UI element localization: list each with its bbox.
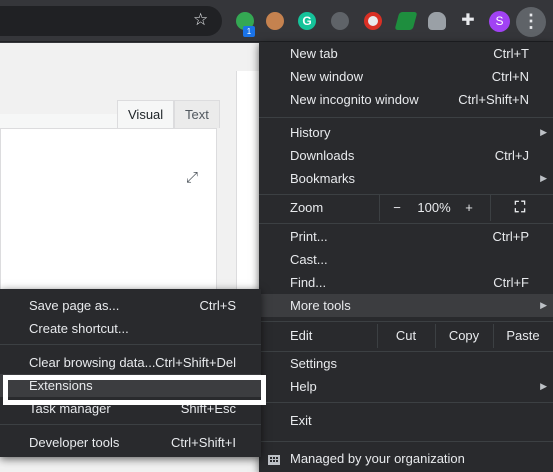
menu-item-history[interactable]: History ▶ [259,121,553,144]
menu-separator [259,402,553,403]
puzzle-extensions-icon[interactable]: ✚ [459,12,477,30]
menu-item-print[interactable]: Print... Ctrl+P [259,225,553,248]
menu-label: Settings [290,356,337,371]
side-panel [236,71,260,311]
zoom-row: Zoom − 100% + ⛶ [259,195,553,221]
tab-visual[interactable]: Visual [117,100,175,128]
managed-by-org[interactable]: Managed by your organization [259,446,553,472]
shortcut: Ctrl+N [491,69,529,84]
menu-label: Cast... [290,252,328,267]
address-bar[interactable] [0,6,222,36]
extension-badge: 1 [243,26,255,37]
extensions-highlight-box [3,375,266,405]
zoom-in-button[interactable]: + [458,195,480,221]
menu-item-new-window[interactable]: New window Ctrl+N [259,65,553,88]
shortcut: Ctrl+P [492,229,529,244]
menu-label: Find... [290,275,327,290]
menu-label: Developer tools [29,435,120,450]
menu-item-save-page[interactable]: Save page as... Ctrl+S [0,294,261,317]
menu-item-find[interactable]: Find... Ctrl+F [259,271,553,294]
managed-label: Managed by your organization [290,451,465,466]
shortcut: Ctrl+F [493,275,529,290]
building-icon [268,455,280,465]
cookie-icon[interactable] [266,12,284,30]
menu-item-developer-tools[interactable]: Developer tools Ctrl+Shift+I [0,431,261,454]
shortcut: Ctrl+Shift+I [170,435,236,450]
menu-separator [0,344,261,345]
menu-item-more-tools[interactable]: More tools ▶ [259,294,553,317]
menu-separator [259,117,553,118]
menu-separator [259,441,553,442]
menu-label: History [290,125,331,140]
shortcut: Ctrl+J [494,148,529,163]
menu-label: New window [290,69,363,84]
zoom-label: Zoom [290,200,324,215]
menu-label: More tools [290,298,351,313]
menu-item-new-tab[interactable]: New tab Ctrl+T [259,42,553,65]
grammarly-icon[interactable]: G [298,12,316,30]
menu-separator [259,321,553,322]
menu-label: New incognito window [290,92,419,107]
menu-separator [259,223,553,224]
menu-item-cast[interactable]: Cast... [259,248,553,271]
cut-button[interactable]: Cut [377,324,435,348]
menu-label: New tab [290,46,338,61]
edit-label: Edit [290,328,313,343]
submenu-arrow-icon: ▶ [540,173,547,183]
fullscreen-icon[interactable]: ⛶ [509,195,531,221]
fullscreen-icon[interactable]: ⤢ [186,169,198,186]
chrome-menu-button[interactable]: ⋮ [516,7,546,37]
menu-label: Exit [290,413,312,428]
menu-label: Bookmarks [290,171,356,186]
shortcut: Ctrl+Shift+N [458,92,529,107]
shortcut: Ctrl+Shift+Del [155,355,236,370]
copy-button[interactable]: Copy [435,324,493,348]
zoom-level: 100% [417,200,451,215]
browser-toolbar: ☆ 1 G ✚ S ⋮ [0,0,553,42]
menu-label: Create shortcut... [29,321,129,336]
menu-label: Clear browsing data... [29,355,156,370]
submenu-arrow-icon: ▶ [540,381,547,391]
chrome-main-menu: New tab Ctrl+T New window Ctrl+N New incog… [259,42,553,472]
pie-chart-icon[interactable] [364,12,382,30]
menu-label: Print... [290,229,328,244]
cloud-icon[interactable] [428,12,446,30]
menu-item-downloads[interactable]: Downloads Ctrl+J [259,144,553,167]
tab-text[interactable]: Text [174,100,220,128]
menu-label: Help [290,379,317,394]
menu-label: Save page as... [29,298,120,313]
submenu-arrow-icon: ▶ [540,300,547,310]
paste-button[interactable]: Paste [494,324,552,348]
shortcut: Ctrl+T [493,46,529,61]
menu-item-create-shortcut[interactable]: Create shortcut... [0,317,261,340]
zoom-divider [490,195,491,221]
zoom-divider [379,195,380,221]
shortcut: Ctrl+S [199,298,236,313]
menu-separator [0,424,261,425]
menu-label: Downloads [290,148,355,163]
adblock-icon[interactable] [331,12,349,30]
menu-item-exit[interactable]: Exit [259,409,553,432]
menu-item-incognito[interactable]: New incognito window Ctrl+Shift+N [259,88,553,111]
submenu-arrow-icon: ▶ [540,127,547,137]
colorful-extension-icon[interactable] [394,12,418,30]
bookmark-star-icon[interactable]: ☆ [193,11,208,29]
menu-item-help[interactable]: Help ▶ [259,375,553,398]
profile-avatar[interactable]: S [489,11,510,32]
menu-item-bookmarks[interactable]: Bookmarks ▶ [259,167,553,190]
edit-row: Edit Cut Copy Paste [259,324,553,348]
more-tools-submenu: Save page as... Ctrl+S Create shortcut...… [0,289,261,457]
zoom-out-button[interactable]: − [385,195,409,221]
menu-item-settings[interactable]: Settings [259,352,553,375]
menu-item-clear-browsing-data[interactable]: Clear browsing data... Ctrl+Shift+Del [0,351,261,374]
